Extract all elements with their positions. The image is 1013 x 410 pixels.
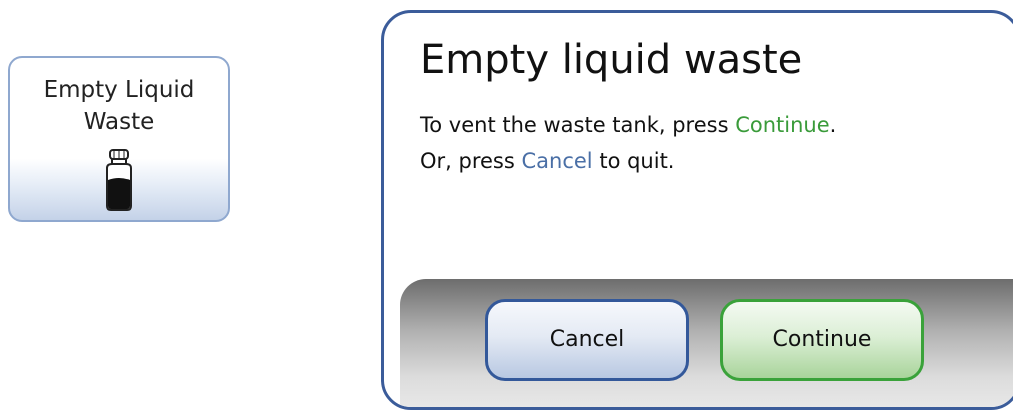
dialog-title: Empty liquid waste: [420, 37, 803, 83]
message-line-1-prefix: To vent the waste tank, press: [420, 113, 736, 137]
empty-liquid-waste-tile-button[interactable]: Empty Liquid Waste: [8, 56, 230, 222]
message-line-1-suffix: .: [829, 113, 837, 137]
dialog-message: To vent the waste tank, press Continue. …: [420, 107, 836, 179]
message-line-2-suffix: to quit.: [592, 149, 675, 173]
message-line-2-prefix: Or, press: [420, 149, 522, 173]
continue-button[interactable]: Continue: [720, 299, 924, 381]
empty-liquid-waste-dialog: Empty liquid waste To vent the waste tan…: [381, 10, 1013, 410]
cancel-keyword: Cancel: [521, 149, 593, 173]
waste-bottle-icon: [106, 149, 132, 211]
continue-keyword: Continue: [735, 113, 830, 137]
message-line-1: To vent the waste tank, press Continue.: [420, 107, 836, 143]
message-line-2: Or, press Cancel to quit.: [420, 143, 836, 179]
cancel-button[interactable]: Cancel: [485, 299, 689, 381]
tile-label: Empty Liquid Waste: [43, 77, 195, 135]
